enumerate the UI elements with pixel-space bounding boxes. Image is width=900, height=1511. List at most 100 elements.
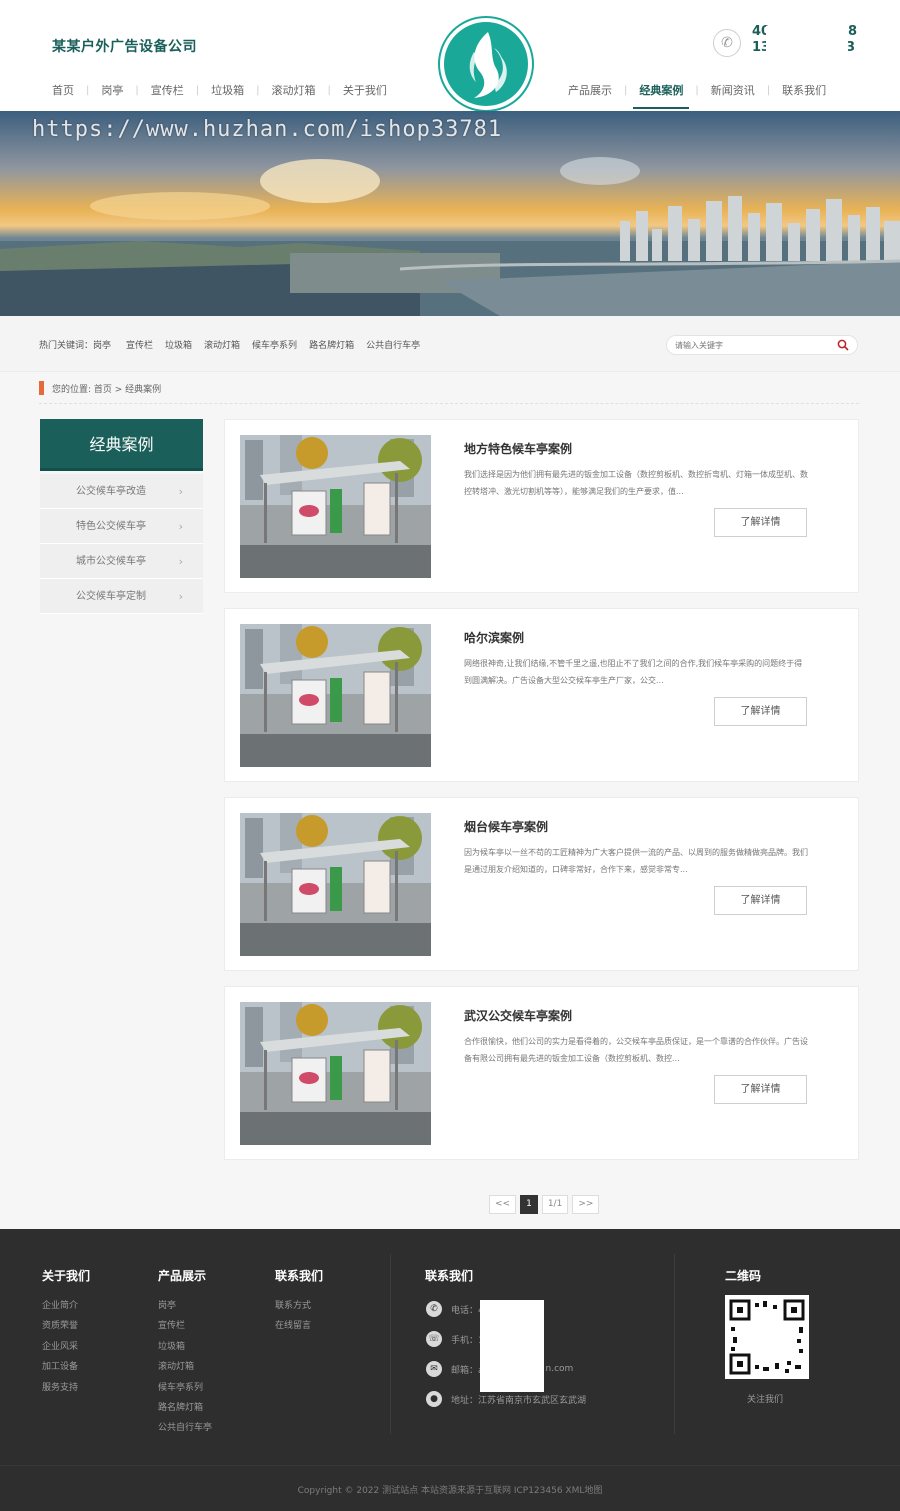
footer-link[interactable]: 滚动灯箱 xyxy=(158,1359,212,1379)
keyword-link[interactable]: 宣传栏 xyxy=(126,338,153,351)
mail-icon: ✉ xyxy=(426,1361,442,1377)
case-title[interactable]: 武汉公交候车亭案例 xyxy=(464,1007,572,1024)
main-nav-left: 首页 | 岗亭 | 宣传栏 | 垃圾箱 | 滚动灯箱 | 关于我们 xyxy=(40,80,399,100)
footer-mobile: 手机：1 xyxy=(451,1335,484,1346)
case-description: 因为候车亭以一丝不苟的工匠精神为广大客户提供一流的产品、以周到的服务做精做亮品牌… xyxy=(464,848,808,874)
sidebar-item-label: 公交候车亭改造 xyxy=(76,486,146,497)
sidebar-item[interactable]: 特色公交候车亭 › xyxy=(40,509,203,544)
hot-keywords-list: 宣传栏 垃圾箱 滚动灯箱 候车亭系列 路名牌灯箱 公共自行车亭 xyxy=(126,338,420,351)
keyword-link[interactable]: 候车亭系列 xyxy=(252,338,297,351)
chevron-right-icon: › xyxy=(178,590,183,603)
footer-link[interactable]: 资质荣誉 xyxy=(42,1318,78,1338)
details-button[interactable]: 了解详情 xyxy=(714,1075,807,1104)
footer-link[interactable]: 岗亭 xyxy=(158,1298,212,1318)
prev-page-button[interactable]: << xyxy=(489,1195,517,1214)
phone-icon: ✆ xyxy=(713,29,741,57)
sidebar-item-label: 城市公交候车亭 xyxy=(76,556,146,567)
mobile-icon: ☏ xyxy=(426,1331,442,1347)
sidebar-item[interactable]: 公交候车亭改造 › xyxy=(40,474,203,509)
breadcrumb-text[interactable]: 您的位置: 首页 > 经典案例 xyxy=(52,382,161,395)
case-title[interactable]: 烟台候车亭案例 xyxy=(464,818,548,835)
sidebar-title: 经典案例 xyxy=(40,419,203,471)
bus-shelter-thumbnail[interactable] xyxy=(240,1002,431,1145)
brand-name[interactable]: 某某户外广告设备公司 xyxy=(52,36,197,56)
footer-bottom-divider xyxy=(0,1465,900,1466)
search-icon[interactable] xyxy=(837,339,849,351)
footer-qr-title: 二维码 xyxy=(725,1269,762,1283)
footer-about-title[interactable]: 关于我们 xyxy=(42,1267,90,1284)
footer-link[interactable]: 企业风采 xyxy=(42,1339,78,1359)
footer-link[interactable]: 路名牌灯箱 xyxy=(158,1400,212,1420)
sidebar-item[interactable]: 公交候车亭定制 › xyxy=(40,579,203,614)
nav-kiosk[interactable]: 岗亭 xyxy=(89,82,135,98)
main-nav-right: 产品展示 | 经典案例 | 新闻资讯 | 联系我们 xyxy=(556,80,838,109)
nav-billboard[interactable]: 宣传栏 xyxy=(139,82,196,98)
case-title[interactable]: 地方特色候车亭案例 xyxy=(464,440,572,457)
bus-shelter-thumbnail[interactable] xyxy=(240,813,431,956)
footer-divider xyxy=(390,1254,391,1434)
pagination: << 1 1/1 >> xyxy=(489,1195,600,1214)
location-pin-icon: ● xyxy=(426,1391,442,1407)
redaction-mask xyxy=(480,1300,544,1392)
keyword-link[interactable]: 路名牌灯箱 xyxy=(309,338,354,351)
details-button[interactable]: 了解详情 xyxy=(714,886,807,915)
footer-divider xyxy=(674,1254,675,1434)
keyword-link[interactable]: 公共自行车亭 xyxy=(366,338,420,351)
nav-trash-bin[interactable]: 垃圾箱 xyxy=(199,82,256,98)
details-button[interactable]: 了解详情 xyxy=(714,508,807,537)
current-page[interactable]: 1 xyxy=(520,1195,538,1214)
chevron-right-icon: › xyxy=(178,520,183,533)
footer-link[interactable]: 在线留言 xyxy=(275,1318,311,1338)
footer-link[interactable]: 联系方式 xyxy=(275,1298,311,1318)
sidebar-item-label: 公交候车亭定制 xyxy=(76,591,146,602)
footer-link[interactable]: 垃圾箱 xyxy=(158,1339,212,1359)
breadcrumb-marker xyxy=(39,381,44,395)
footer-link[interactable]: 企业简介 xyxy=(42,1298,78,1318)
footer-products-links: 岗亭 宣传栏 垃圾箱 滚动灯箱 候车亭系列 路名牌灯箱 公共自行车亭 xyxy=(158,1298,212,1441)
nav-about[interactable]: 关于我们 xyxy=(331,82,399,98)
case-description: 我们选择是因为他们拥有最先进的钣金加工设备（数控剪板机、数控折弯机、灯箱一体成型… xyxy=(464,470,808,496)
nav-home[interactable]: 首页 xyxy=(40,82,86,98)
bus-shelter-thumbnail[interactable] xyxy=(240,624,431,767)
sidebar-item[interactable]: 城市公交候车亭 › xyxy=(40,544,203,579)
footer-link[interactable]: 候车亭系列 xyxy=(158,1380,212,1400)
footer-address-row: ● 地址：江苏省南京市玄武区玄武湖 xyxy=(426,1390,586,1408)
nav-contact[interactable]: 联系我们 xyxy=(770,82,838,98)
footer-link[interactable]: 公共自行车亭 xyxy=(158,1420,212,1440)
footer-link[interactable]: 加工设备 xyxy=(42,1359,78,1379)
footer-products-title[interactable]: 产品展示 xyxy=(158,1267,206,1284)
hot-keywords-label[interactable]: 热门关键词：岗亭 xyxy=(39,338,111,351)
nav-cases[interactable]: 经典案例 xyxy=(627,82,695,109)
footer-link[interactable]: 服务支持 xyxy=(42,1380,78,1400)
search-input[interactable] xyxy=(675,338,825,352)
bus-shelter-thumbnail[interactable] xyxy=(240,435,431,578)
footer-phone-row: ✆ 电话：4 xyxy=(426,1300,484,1318)
sidebar-item-label: 特色公交候车亭 xyxy=(76,521,146,532)
footer-link[interactable]: 宣传栏 xyxy=(158,1318,212,1338)
details-button[interactable]: 了解详情 xyxy=(714,697,807,726)
copyright-text: Copyright © 2022 测试站点 本站资源来源于互联网 ICP1234… xyxy=(297,1486,603,1496)
site-header: 某某户外广告设备公司 ✆ 40 8 13 3 首页 | 岗亭 | 宣传栏 | 垃圾箱 | 滚… xyxy=(0,0,900,111)
case-card: 武汉公交候车亭案例 合作很愉快，他们公司的实力是看得着的，公交候车亭品质保证，是… xyxy=(224,986,859,1160)
keyword-link[interactable]: 滚动灯箱 xyxy=(204,338,240,351)
case-card: 哈尔滨案例 网络很神奇,让我们结缘,不管千里之遥,也阻止不了我们之间的合作,我们… xyxy=(224,608,859,782)
nav-news[interactable]: 新闻资讯 xyxy=(699,82,767,98)
nav-scroll-lightbox[interactable]: 滚动灯箱 xyxy=(260,82,328,98)
phone-icon: ✆ xyxy=(426,1301,442,1317)
nav-products[interactable]: 产品展示 xyxy=(556,82,624,98)
hero-banner: https://www.huzhan.com/ishop33781 xyxy=(0,111,900,316)
footer-contact-links-title[interactable]: 联系我们 xyxy=(275,1267,323,1284)
next-page-button[interactable]: >> xyxy=(572,1195,600,1214)
footer-address: 地址：江苏省南京市玄武区玄武湖 xyxy=(451,1395,587,1406)
case-card: 烟台候车亭案例 因为候车亭以一丝不苟的工匠精神为广大客户提供一流的产品、以周到的… xyxy=(224,797,859,971)
footer-contact-title: 联系我们 xyxy=(425,1269,474,1283)
footer-email-prefix: 邮箱：a xyxy=(451,1365,484,1376)
case-title[interactable]: 哈尔滨案例 xyxy=(464,629,524,646)
chevron-right-icon: › xyxy=(178,485,183,498)
case-card: 地方特色候车亭案例 我们选择是因为他们拥有最先进的钣金加工设备（数控剪板机、数控… xyxy=(224,419,859,593)
keyword-link[interactable]: 垃圾箱 xyxy=(165,338,192,351)
watermark-url: https://www.huzhan.com/ishop33781 xyxy=(32,117,503,142)
redaction-mask xyxy=(766,26,848,54)
company-logo[interactable] xyxy=(440,18,532,110)
search-box xyxy=(666,335,858,355)
